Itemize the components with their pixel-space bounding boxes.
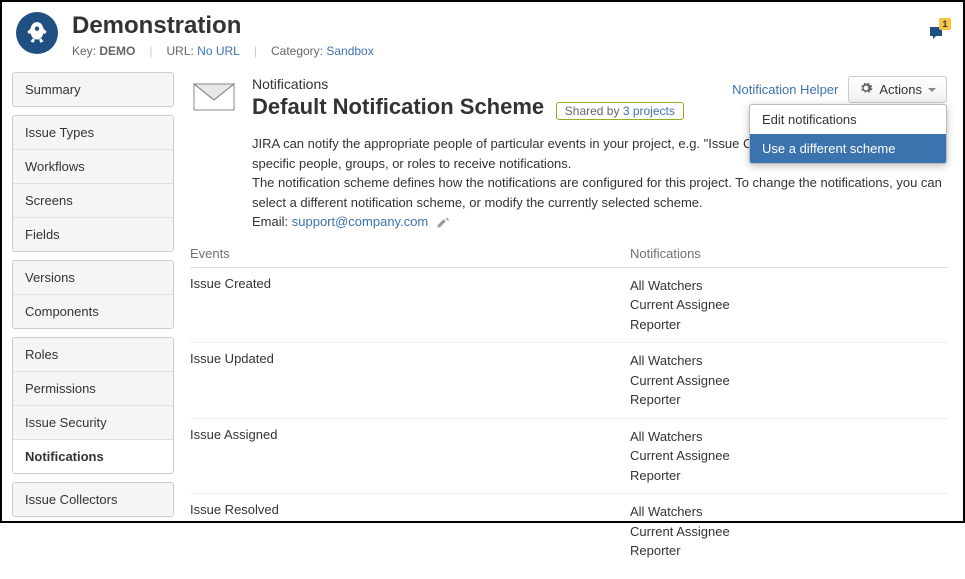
actions-button[interactable]: Actions (848, 76, 947, 103)
pencil-icon (436, 216, 449, 229)
notification-helper-link[interactable]: Notification Helper (732, 82, 838, 97)
messages-badge: 1 (939, 18, 951, 30)
table-row: Issue Assigned All WatchersCurrent Assig… (190, 419, 947, 495)
table-row: Issue Updated All WatchersCurrent Assign… (190, 343, 947, 419)
chevron-down-icon (928, 88, 936, 92)
sidebar-item-workflows[interactable]: Workflows (13, 150, 173, 184)
sidebar-item-fields[interactable]: Fields (13, 218, 173, 251)
sidebar-item-components[interactable]: Components (13, 295, 173, 328)
edit-email-button[interactable] (432, 214, 449, 229)
email-link[interactable]: support@company.com (292, 214, 429, 229)
shared-badge: Shared by 3 projects (556, 102, 684, 120)
project-title: Demonstration (72, 12, 374, 40)
th-notifications: Notifications (630, 246, 947, 261)
sidebar-item-screens[interactable]: Screens (13, 184, 173, 218)
header: Demonstration Key: DEMO | URL: No URL | … (2, 2, 963, 66)
th-events: Events (190, 246, 630, 261)
table-row: Issue Created All WatchersCurrent Assign… (190, 268, 947, 344)
rocket-icon (24, 20, 50, 46)
shared-projects-link[interactable]: 3 projects (623, 104, 675, 118)
main-content: Notifications Default Notification Schem… (174, 66, 963, 579)
sidebar-item-issue-security[interactable]: Issue Security (13, 406, 173, 440)
sidebar-item-permissions[interactable]: Permissions (13, 372, 173, 406)
events-table: Events Notifications Issue Created All W… (190, 240, 947, 569)
sidebar-item-roles[interactable]: Roles (13, 338, 173, 372)
url-link[interactable]: No URL (197, 44, 240, 58)
mail-icon (190, 76, 238, 119)
page-title: Default Notification Scheme (252, 94, 544, 119)
menu-edit-notifications[interactable]: Edit notifications (750, 105, 946, 134)
messages-indicator[interactable]: 1 (927, 24, 945, 42)
sidebar: Summary Issue Types Workflows Screens Fi… (2, 66, 174, 579)
menu-use-different-scheme[interactable]: Use a different scheme (750, 134, 946, 163)
sidebar-item-issue-collectors[interactable]: Issue Collectors (13, 483, 173, 516)
sidebar-item-notifications[interactable]: Notifications (13, 440, 174, 473)
sidebar-item-summary[interactable]: Summary (13, 73, 173, 106)
table-row: Issue Resolved All WatchersCurrent Assig… (190, 494, 947, 569)
actions-dropdown: Edit notifications Use a different schem… (749, 104, 947, 164)
category-link[interactable]: Sandbox (326, 44, 373, 58)
project-meta: Key: DEMO | URL: No URL | Category: Sand… (72, 44, 374, 58)
sidebar-item-versions[interactable]: Versions (13, 261, 173, 295)
gear-icon (859, 81, 873, 98)
sidebar-item-issue-types[interactable]: Issue Types (13, 116, 173, 150)
project-logo (16, 12, 58, 54)
